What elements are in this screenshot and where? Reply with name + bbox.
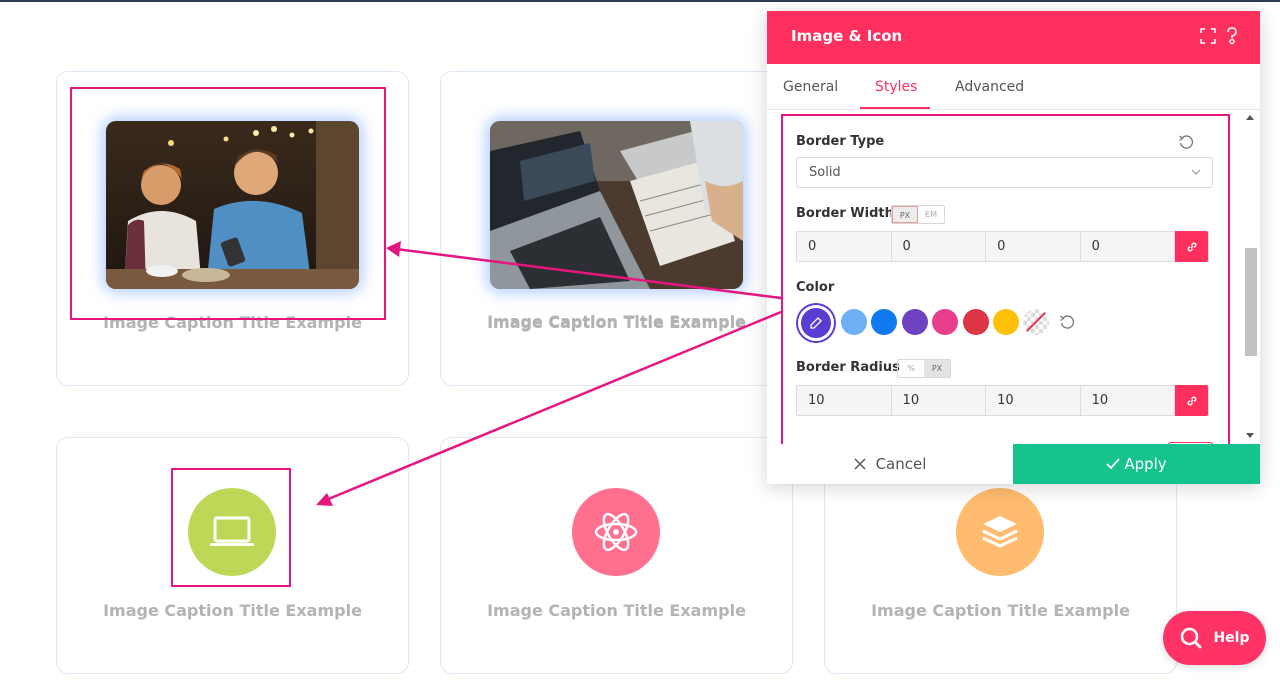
card-caption: Image Caption Title Example <box>487 601 746 620</box>
search-icon <box>1181 627 1202 649</box>
panel-title: Image & Icon <box>791 27 903 45</box>
help-label: Help <box>1213 630 1250 646</box>
apply-label: Apply <box>1124 455 1167 473</box>
scroll-up-icon[interactable] <box>1246 114 1254 120</box>
cancel-button[interactable]: Cancel <box>767 444 1013 484</box>
help-question-icon[interactable] <box>1222 26 1242 46</box>
tab-styles[interactable]: Styles <box>875 79 917 95</box>
tab-general[interactable]: General <box>783 79 838 95</box>
laptop-photo <box>490 121 743 289</box>
tab-advanced[interactable]: Advanced <box>955 79 1024 95</box>
card-caption-2: Image Caption Title Example <box>487 312 746 331</box>
scroll-thumb[interactable] <box>1245 248 1257 356</box>
fullscreen-icon[interactable] <box>1198 26 1218 46</box>
scroll-down-icon[interactable] <box>1246 433 1254 439</box>
close-icon <box>854 458 866 470</box>
apply-button[interactable]: Apply <box>1013 444 1260 484</box>
top-border <box>0 0 1280 2</box>
highlight-box-icon <box>171 468 291 587</box>
layers-icon-circle <box>956 488 1044 576</box>
active-tab-indicator <box>860 107 930 109</box>
highlight-box-image <box>70 87 386 320</box>
panel-tabs: General Styles Advanced <box>767 64 1260 110</box>
help-button[interactable]: Help <box>1163 611 1266 665</box>
panel-header: Image & Icon <box>767 11 1260 64</box>
card-caption: Image Caption Title Example <box>103 601 362 620</box>
atom-icon-circle <box>572 488 660 576</box>
cancel-label: Cancel <box>875 455 927 473</box>
card-caption: Image Caption Title Example <box>871 601 1130 620</box>
check-icon <box>1106 458 1120 470</box>
atom-icon <box>594 512 638 552</box>
layers-icon <box>982 516 1018 548</box>
highlight-box-styles <box>781 114 1230 447</box>
